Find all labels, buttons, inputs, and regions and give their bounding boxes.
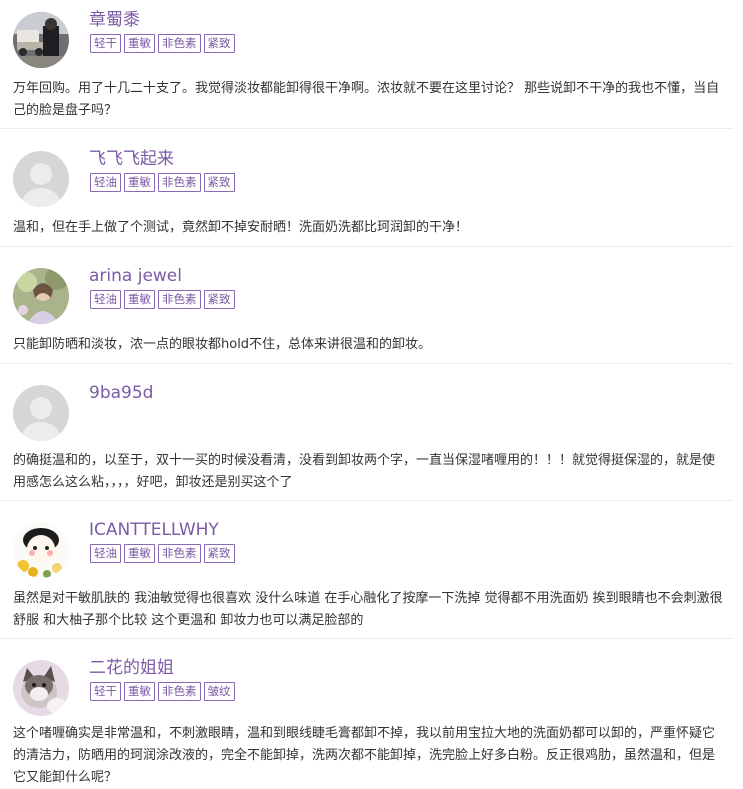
- user-avatar[interactable]: [13, 151, 69, 207]
- review-comment: 虽然是对干敏肌肤的 我油敏觉得也很喜欢 没什么味道 在手心融化了按摩一下洗掉 觉…: [13, 591, 723, 628]
- review-comment: 温和，但在手上做了个测试，竟然卸不掉安耐晒！洗面奶洗都比珂润卸的干净！: [13, 220, 469, 235]
- skin-tag: 重敏: [124, 682, 155, 701]
- review-item: 9ba95d 的确挺温和的，以至于，双十一买的时候没看清，没看到卸妆两个字，一直…: [0, 373, 733, 501]
- skin-tag: 非色素: [158, 682, 201, 701]
- skin-tags: 轻干 重敏 非色素 皱纹: [90, 682, 238, 702]
- skin-tag: 轻干: [90, 682, 121, 701]
- skin-tag: 轻油: [90, 544, 121, 563]
- default-user-icon: [13, 151, 69, 207]
- review-comment: 的确挺温和的，以至于，双十一买的时候没看清，没看到卸妆两个字，一直当保湿啫喱用的…: [13, 453, 716, 490]
- user-avatar[interactable]: [13, 12, 69, 68]
- skin-tag: 非色素: [158, 544, 201, 563]
- user-avatar[interactable]: [13, 385, 69, 441]
- username[interactable]: 章蜀黍: [89, 8, 140, 32]
- skin-tag: 重敏: [124, 173, 155, 192]
- default-user-icon: [13, 385, 69, 441]
- review-item: 二花的姐姐 轻干 重敏 非色素 皱纹 这个啫喱确实是非常温和，不刺激眼睛，温和到眼线睫…: [0, 648, 733, 789]
- skin-tag: 轻油: [90, 290, 121, 309]
- skin-tag: 紧致: [203, 173, 235, 192]
- cartoon-avatar-icon: [13, 522, 69, 578]
- username[interactable]: 9ba95d: [89, 381, 153, 405]
- skin-tag: 紧致: [203, 544, 235, 563]
- skin-tags: 轻油 重敏 非色素 紧致: [90, 173, 238, 193]
- skin-tag: 皱纹: [203, 682, 235, 701]
- review-list: 章蜀黍 轻干 重敏 非色素 紧致 万年回购。用了十几二十支了。我觉得淡妆都能卸得很干净…: [0, 0, 743, 789]
- username[interactable]: arina jewel: [89, 264, 182, 288]
- user-avatar[interactable]: [13, 660, 69, 716]
- cat-avatar-icon: [13, 660, 69, 716]
- username[interactable]: 二花的姐姐: [89, 656, 174, 680]
- skin-tag: 轻油: [90, 173, 121, 192]
- username[interactable]: 飞飞飞起来: [89, 147, 174, 171]
- photo-avatar-icon: [13, 12, 69, 68]
- user-avatar[interactable]: [13, 268, 69, 324]
- skin-tag: 紧致: [203, 290, 235, 309]
- skin-tag: 紧致: [203, 34, 235, 53]
- review-item: 章蜀黍 轻干 重敏 非色素 紧致 万年回购。用了十几二十支了。我觉得淡妆都能卸得很干净…: [0, 0, 733, 129]
- skin-tag: 非色素: [158, 173, 201, 192]
- skin-tag: 非色素: [158, 290, 201, 309]
- skin-tags: 轻油 重敏 非色素 紧致: [90, 544, 238, 564]
- review-item: ICANTTELLWHY 轻油 重敏 非色素 紧致 虽然是对干敏肌肤的 我油敏觉得也很…: [0, 510, 733, 639]
- skin-tag: 非色素: [158, 34, 201, 53]
- review-item: arina jewel 轻油 重敏 非色素 紧致 只能卸防晒和淡妆，浓一点的眼妆都ho…: [0, 256, 733, 364]
- skin-tag: 重敏: [124, 290, 155, 309]
- skin-tag: 重敏: [124, 544, 155, 563]
- skin-tag: 重敏: [124, 34, 155, 53]
- photo-avatar-icon: [13, 268, 69, 324]
- review-item: 飞飞飞起来 轻油 重敏 非色素 紧致 温和，但在手上做了个测试，竟然卸不掉安耐晒！洗面…: [0, 139, 733, 247]
- review-comment: 万年回购。用了十几二十支了。我觉得淡妆都能卸得很干净啊。浓妆就不要在这里讨论？ …: [13, 81, 720, 118]
- review-comment: 这个啫喱确实是非常温和，不刺激眼睛，温和到眼线睫毛膏都卸不掉，我以前用宝拉大地的…: [13, 726, 716, 785]
- review-comment: 只能卸防晒和淡妆，浓一点的眼妆都hold不住，总体来讲很温和的卸妆。: [13, 337, 432, 352]
- username[interactable]: ICANTTELLWHY: [89, 518, 219, 542]
- skin-tag: 轻干: [90, 34, 121, 53]
- user-avatar[interactable]: [13, 522, 69, 578]
- skin-tags: 轻干 重敏 非色素 紧致: [90, 34, 238, 54]
- skin-tags: 轻油 重敏 非色素 紧致: [90, 290, 238, 310]
